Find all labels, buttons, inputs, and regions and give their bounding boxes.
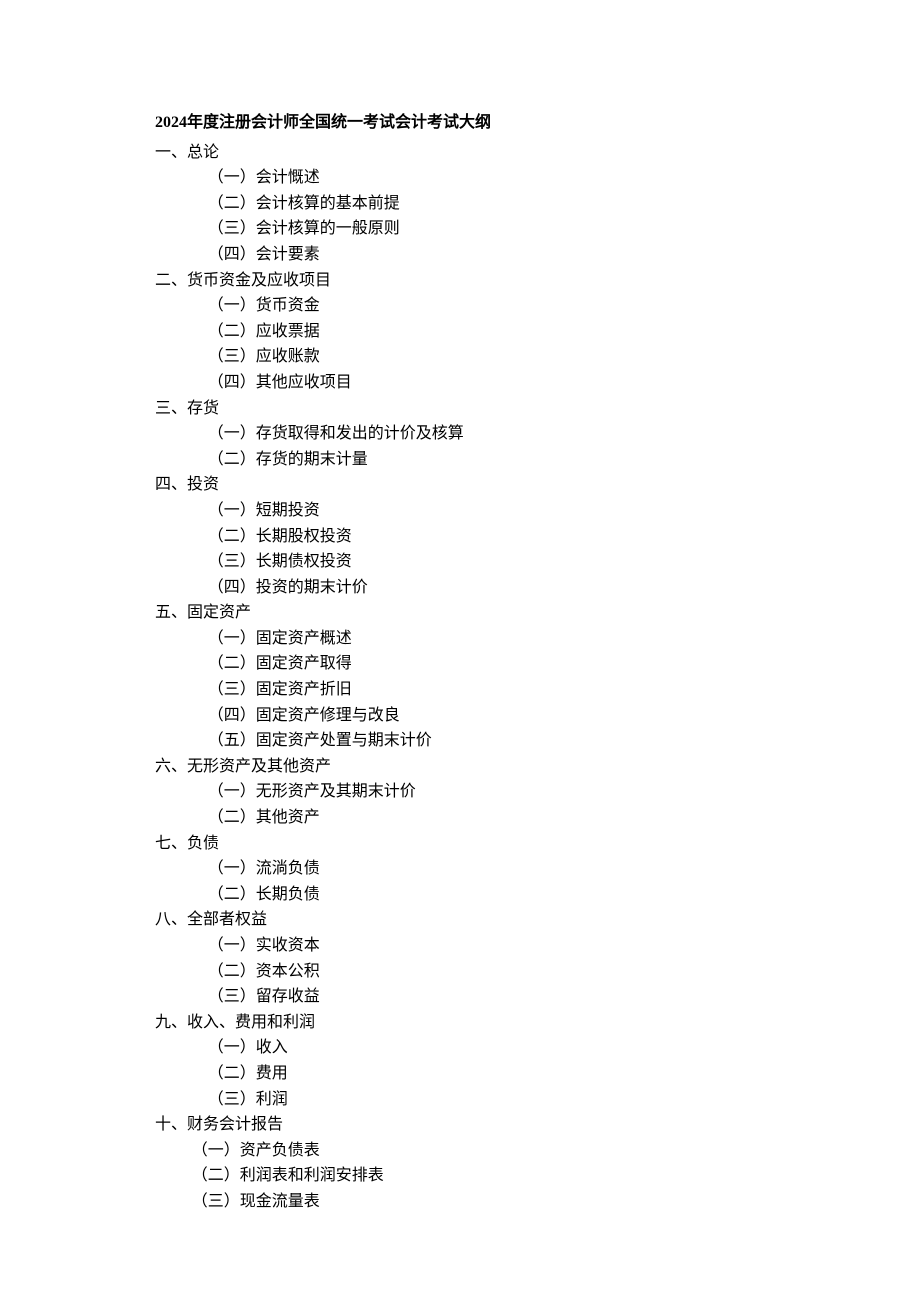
outline-item: （二）固定资产取得	[208, 651, 840, 677]
section-2: 二、货币资金及应收项目 （一）货币资金 （二）应收票据 （三）应收账款 （四）其…	[155, 268, 840, 396]
section-head: 九、收入、费用和利润	[155, 1010, 840, 1036]
document-page: 2024年度注册会计师全国统一考试会计考试大纲 一、总论 （一）会计慨述 （二）…	[0, 0, 920, 1275]
section-head: 六、无形资产及其他资产	[155, 754, 840, 780]
outline-item: （三）会计核算的一般原则	[208, 216, 840, 242]
outline-item: （三）留存收益	[208, 984, 840, 1010]
outline-item: （一）固定资产概述	[208, 626, 840, 652]
outline-item: （一）货币资金	[208, 293, 840, 319]
outline-item: （二）费用	[208, 1061, 840, 1087]
outline-item: （一）无形资产及其期末计价	[208, 779, 840, 805]
section-7: 七、负债 （一）流淌负债 （二）长期负债	[155, 831, 840, 908]
document-title: 2024年度注册会计师全国统一考试会计考试大纲	[155, 110, 840, 136]
outline-item: （三）应收账款	[208, 344, 840, 370]
outline-item: （一）实收资本	[208, 933, 840, 959]
section-head: 七、负债	[155, 831, 840, 857]
outline-item: （一）收入	[208, 1035, 840, 1061]
section-10: 十、财务会计报告 （一）资产负债表 （二）利润表和利润安排表 （三）现金流量表	[155, 1112, 840, 1214]
outline-item: （三）长期债权投资	[208, 549, 840, 575]
section-1: 一、总论 （一）会计慨述 （二）会计核算的基本前提 （三）会计核算的一般原则 （…	[155, 140, 840, 268]
outline-item: （四）其他应收项目	[208, 370, 840, 396]
section-head: 五、固定资产	[155, 600, 840, 626]
outline-item: （三）利润	[208, 1087, 840, 1113]
outline-item: （四）固定资产修理与改良	[208, 703, 840, 729]
outline-item: （二）存货的期末计量	[208, 447, 840, 473]
outline-item: （一）存货取得和发出的计价及核算	[208, 421, 840, 447]
section-head: 二、货币资金及应收项目	[155, 268, 840, 294]
outline-item: （一）短期投资	[208, 498, 840, 524]
outline-item: （三）现金流量表	[192, 1189, 840, 1215]
section-9: 九、收入、费用和利润 （一）收入 （二）费用 （三）利润	[155, 1010, 840, 1112]
section-5: 五、固定资产 （一）固定资产概述 （二）固定资产取得 （三）固定资产折旧 （四）…	[155, 600, 840, 754]
outline-item: （二）应收票据	[208, 319, 840, 345]
section-3: 三、存货 （一）存货取得和发出的计价及核算 （二）存货的期末计量	[155, 396, 840, 473]
outline-item: （一）会计慨述	[208, 165, 840, 191]
section-6: 六、无形资产及其他资产 （一）无形资产及其期末计价 （二）其他资产	[155, 754, 840, 831]
outline-item: （四）会计要素	[208, 242, 840, 268]
section-head: 十、财务会计报告	[155, 1112, 840, 1138]
outline-item: （二）利润表和利润安排表	[192, 1163, 840, 1189]
section-head: 四、投资	[155, 472, 840, 498]
outline-item: （二）资本公积	[208, 959, 840, 985]
outline-item: （三）固定资产折旧	[208, 677, 840, 703]
section-4: 四、投资 （一）短期投资 （二）长期股权投资 （三）长期债权投资 （四）投资的期…	[155, 472, 840, 600]
outline-item: （四）投资的期末计价	[208, 575, 840, 601]
outline-item: （五）固定资产处置与期末计价	[208, 728, 840, 754]
outline-item: （一）资产负债表	[192, 1138, 840, 1164]
section-8: 八、全部者权益 （一）实收资本 （二）资本公积 （三）留存收益	[155, 907, 840, 1009]
outline-item: （一）流淌负债	[208, 856, 840, 882]
section-head: 八、全部者权益	[155, 907, 840, 933]
outline-item: （二）会计核算的基本前提	[208, 191, 840, 217]
outline-item: （二）长期负债	[208, 882, 840, 908]
section-head: 三、存货	[155, 396, 840, 422]
outline-item: （二）其他资产	[208, 805, 840, 831]
outline-item: （二）长期股权投资	[208, 524, 840, 550]
section-head: 一、总论	[155, 140, 840, 166]
